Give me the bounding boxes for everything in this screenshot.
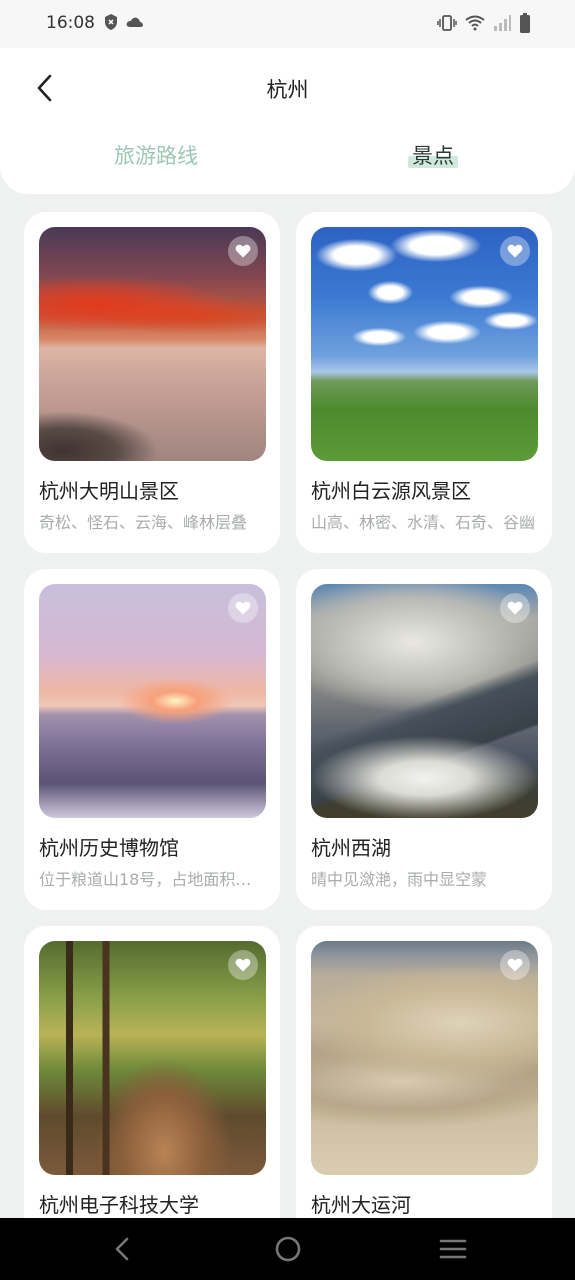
heart-icon	[235, 244, 251, 258]
spot-card[interactable]: 杭州历史博物馆 位于粮道山18号，占地面积约…	[24, 569, 280, 910]
signal-icon	[494, 15, 511, 31]
spot-card[interactable]: 杭州电子科技大学	[24, 926, 280, 1267]
spot-image	[39, 227, 266, 461]
spot-title: 杭州西湖	[311, 836, 391, 860]
home-circle-icon	[275, 1236, 301, 1262]
image-rocks	[39, 411, 159, 461]
nav-home-button[interactable]	[273, 1234, 303, 1268]
status-time: 16:08	[46, 13, 95, 33]
favorite-button[interactable]	[500, 593, 530, 623]
wifi-icon	[465, 15, 485, 31]
heart-icon	[507, 244, 523, 258]
spot-title: 杭州白云源风景区	[311, 479, 471, 503]
spot-image	[39, 941, 266, 1175]
menu-icon	[439, 1239, 467, 1259]
heart-icon	[507, 958, 523, 972]
spot-title: 杭州电子科技大学	[39, 1193, 199, 1217]
favorite-button[interactable]	[228, 950, 258, 980]
nav-back-button[interactable]	[110, 1234, 134, 1268]
favorite-button[interactable]	[500, 950, 530, 980]
spot-card[interactable]: 杭州大运河	[296, 926, 552, 1267]
status-bar: 16:08	[0, 0, 575, 48]
spot-description: 晴中见潋滟，雨中显空蒙	[311, 870, 488, 889]
tab-scenic-spots[interactable]: 景点	[408, 140, 458, 170]
favorite-button[interactable]	[228, 593, 258, 623]
back-triangle-icon	[115, 1237, 129, 1261]
tab-label: 景点	[412, 144, 454, 168]
spot-description: 奇松、怪石、云海、峰林层叠	[39, 513, 248, 532]
spot-description: 位于粮道山18号，占地面积约…	[39, 870, 265, 889]
spot-card[interactable]: 杭州西湖 晴中见潋滟，雨中显空蒙	[296, 569, 552, 910]
spot-title: 杭州大运河	[311, 1193, 411, 1217]
system-nav-bar	[0, 1218, 575, 1280]
spot-image	[311, 941, 538, 1175]
tab-travel-routes[interactable]: 旅游路线	[114, 140, 198, 170]
status-left-icons	[104, 14, 144, 30]
favorite-button[interactable]	[500, 236, 530, 266]
spot-image	[311, 227, 538, 461]
status-right-icons	[437, 13, 531, 33]
spot-title: 杭州历史博物馆	[39, 836, 179, 860]
heart-icon	[507, 601, 523, 615]
favorite-button[interactable]	[228, 236, 258, 266]
tab-label: 旅游路线	[114, 144, 198, 168]
spot-card[interactable]: 杭州大明山景区 奇松、怪石、云海、峰林层叠	[24, 212, 280, 553]
battery-icon	[520, 13, 530, 33]
heart-icon	[235, 958, 251, 972]
tab-bar: 旅游路线 景点	[0, 140, 575, 180]
spot-image	[39, 584, 266, 818]
spot-description: 山高、林密、水清、石奇、谷幽	[311, 513, 536, 532]
spot-title: 杭州大明山景区	[39, 479, 179, 503]
vibrate-icon	[437, 15, 457, 31]
spot-card[interactable]: 杭州白云源风景区 山高、林密、水清、石奇、谷幽	[296, 212, 552, 553]
spot-image	[311, 584, 538, 818]
page-title: 杭州	[266, 78, 309, 102]
header: 杭州 旅游路线 景点	[0, 48, 575, 194]
nav-menu-button[interactable]	[438, 1234, 468, 1268]
cloud-icon	[126, 17, 143, 27]
heart-icon	[235, 601, 251, 615]
shield-icon	[105, 14, 117, 30]
